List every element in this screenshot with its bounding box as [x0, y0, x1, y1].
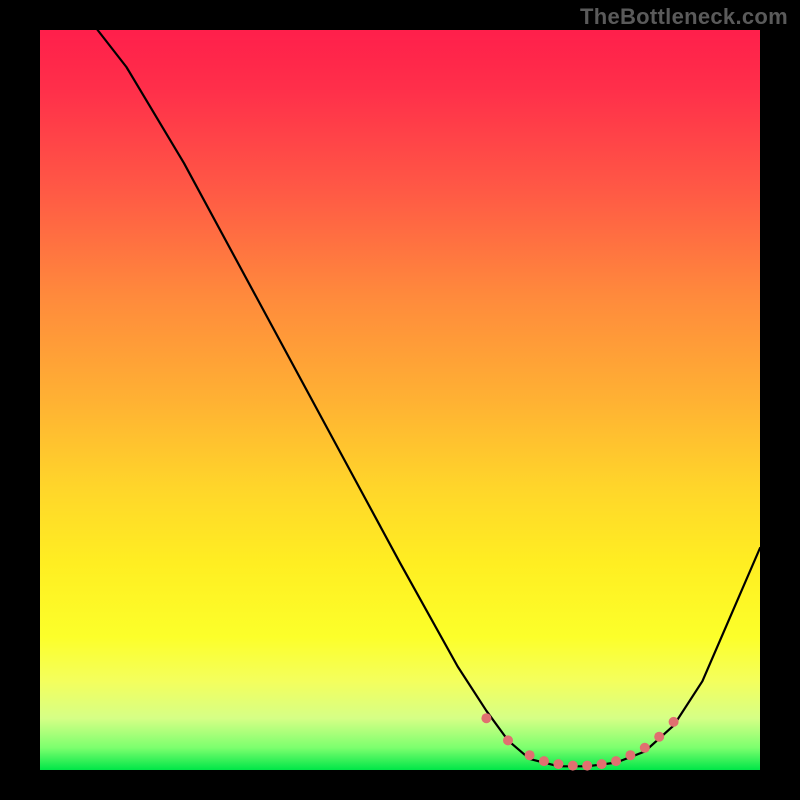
optimal-dot — [539, 756, 549, 766]
optimal-dot — [669, 717, 679, 727]
optimal-dot — [525, 750, 535, 760]
plot-area — [40, 30, 760, 770]
watermark-text: TheBottleneck.com — [580, 4, 788, 30]
optimal-dot — [654, 732, 664, 742]
bottleneck-curve — [98, 30, 760, 766]
optimal-dot — [597, 759, 607, 769]
optimal-zone-dots — [481, 713, 678, 770]
optimal-dot — [611, 756, 621, 766]
optimal-dot — [640, 743, 650, 753]
optimal-dot — [568, 761, 578, 771]
optimal-dot — [582, 761, 592, 771]
chart-frame: TheBottleneck.com — [0, 0, 800, 800]
optimal-dot — [503, 735, 513, 745]
optimal-dot — [553, 759, 563, 769]
optimal-dot — [481, 713, 491, 723]
optimal-dot — [625, 750, 635, 760]
curve-svg — [40, 30, 760, 770]
